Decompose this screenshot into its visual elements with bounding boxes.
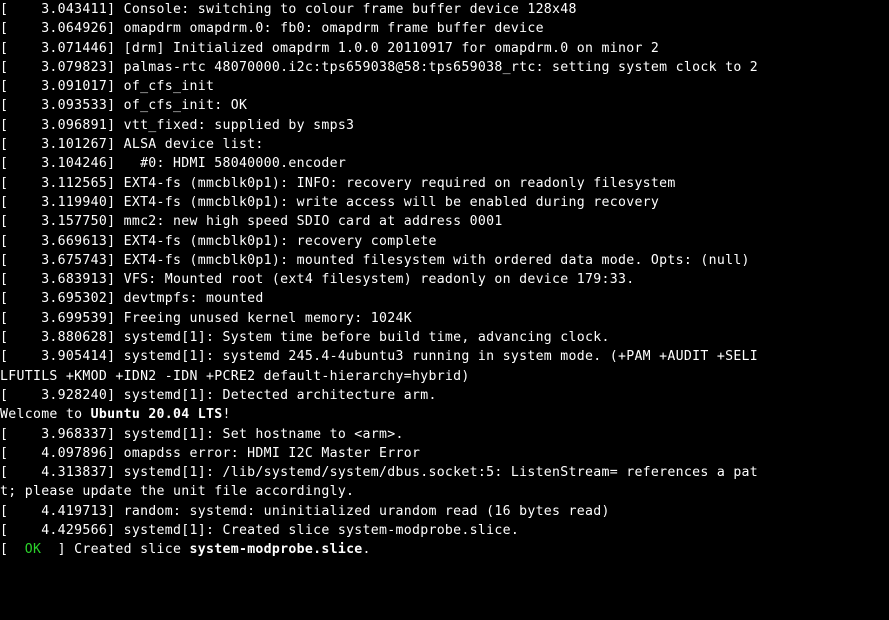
log-line: [ 3.683913] VFS: Mounted root (ext4 file… — [0, 270, 889, 289]
log-line: [ 3.968337] systemd[1]: Set hostname to … — [0, 425, 889, 444]
log-line: [ 4.313837] systemd[1]: /lib/systemd/sys… — [0, 463, 889, 482]
status-ok: OK — [25, 542, 41, 557]
log-line: [ 3.071446] [drm] Initialized omapdrm 1.… — [0, 39, 889, 58]
log-line: [ 3.905414] systemd[1]: systemd 245.4-4u… — [0, 347, 889, 366]
log-line: [ 3.093533] of_cfs_init: OK — [0, 96, 889, 115]
log-line: [ 3.695302] devtmpfs: mounted — [0, 289, 889, 308]
log-line: [ 3.043411] Console: switching to colour… — [0, 0, 889, 19]
log-line: [ 3.669613] EXT4-fs (mmcblk0p1): recover… — [0, 232, 889, 251]
log-line: [ 3.079823] palmas-rtc 48070000.i2c:tps6… — [0, 58, 889, 77]
log-line: [ 3.091017] of_cfs_init — [0, 77, 889, 96]
log-wrap: t; please update the unit file according… — [0, 482, 889, 501]
log-line: [ 3.880628] systemd[1]: System time befo… — [0, 328, 889, 347]
log-line: [ 3.112565] EXT4-fs (mmcblk0p1): INFO: r… — [0, 174, 889, 193]
log-line: [ 3.699539] Freeing unused kernel memory… — [0, 309, 889, 328]
slice-name: system-modprobe.slice — [190, 542, 363, 557]
log-line: [ 3.104246] #0: HDMI 58040000.encoder — [0, 154, 889, 173]
log-line: [ 3.119940] EXT4-fs (mmcblk0p1): write a… — [0, 193, 889, 212]
log-line: [ 4.419713] random: systemd: uninitializ… — [0, 502, 889, 521]
welcome-line: Welcome to Ubuntu 20.04 LTS! — [0, 405, 889, 424]
boot-console: [ 3.043411] Console: switching to colour… — [0, 0, 889, 560]
distro-name: Ubuntu 20.04 LTS — [91, 407, 223, 422]
log-line: [ 3.928240] systemd[1]: Detected archite… — [0, 386, 889, 405]
status-line: [ OK ] Created slice system-modprobe.sli… — [0, 540, 889, 559]
log-line: [ 3.675743] EXT4-fs (mmcblk0p1): mounted… — [0, 251, 889, 270]
log-line: [ 3.064926] omapdrm omapdrm.0: fb0: omap… — [0, 19, 889, 38]
log-line: [ 3.157750] mmc2: new high speed SDIO ca… — [0, 212, 889, 231]
log-wrap: LFUTILS +KMOD +IDN2 -IDN +PCRE2 default-… — [0, 367, 889, 386]
log-line: [ 3.101267] ALSA device list: — [0, 135, 889, 154]
log-line: [ 4.429566] systemd[1]: Created slice sy… — [0, 521, 889, 540]
log-line: [ 4.097896] omapdss error: HDMI I2C Mast… — [0, 444, 889, 463]
log-line: [ 3.096891] vtt_fixed: supplied by smps3 — [0, 116, 889, 135]
